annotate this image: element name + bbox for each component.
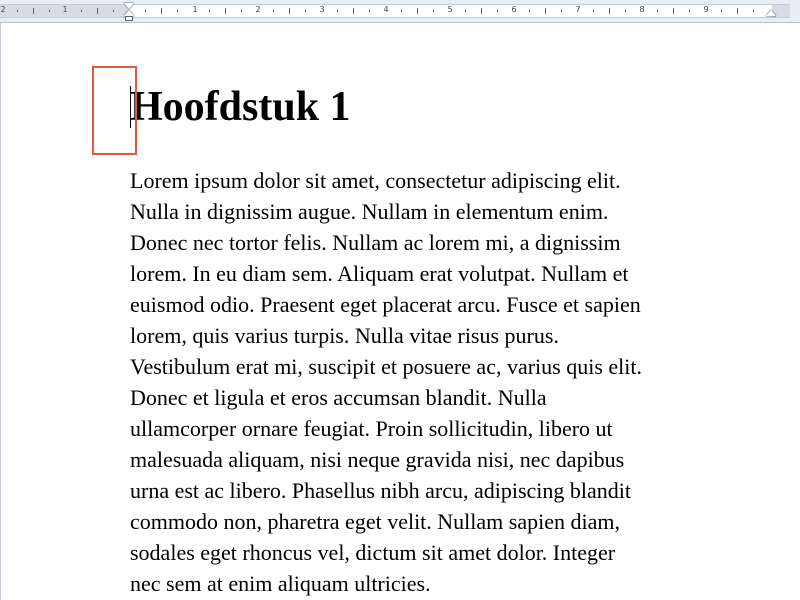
ruler-tick — [417, 8, 418, 14]
ruler-tick — [17, 10, 18, 12]
ruler-tick — [625, 10, 626, 12]
ruler-tick — [529, 10, 530, 12]
body-line: Donec nec tortor felis. Nullam ac lorem … — [130, 230, 621, 255]
ruler-tick — [273, 10, 274, 12]
ruler-tick — [657, 10, 658, 12]
ruler-tick — [145, 10, 146, 12]
ruler-tick — [481, 8, 482, 14]
body-line: lorem. In eu diam sem. Aliquam erat volu… — [130, 261, 629, 286]
ruler-tick — [241, 10, 242, 12]
body-line: nec sem at enim aliquam ultricies. — [130, 571, 431, 596]
ruler-tick — [689, 10, 690, 12]
ruler-tick — [561, 10, 562, 12]
ruler-tick — [673, 8, 674, 14]
body-line: Donec et ligula et eros accumsan blandit… — [130, 385, 547, 410]
body-line: Vestibulum erat mi, suscipit et posuere … — [130, 354, 643, 379]
ruler-tick — [305, 10, 306, 12]
body-line: sodales eget rhoncus vel, dictum sit ame… — [130, 540, 616, 565]
ruler-number: 9 — [703, 5, 709, 14]
ruler-tick — [433, 10, 434, 12]
ruler-tick — [497, 10, 498, 12]
ruler-number: 3 — [319, 5, 325, 14]
ruler-number: 5 — [447, 5, 453, 14]
body-line: commodo non, pharetra eget velit. Nullam… — [130, 509, 620, 534]
document-heading[interactable]: Hoofdstuk 1 — [130, 82, 351, 132]
ruler-number: 4 — [383, 5, 389, 14]
ruler-tick — [209, 10, 210, 12]
body-line: Lorem ipsum dolor sit amet, consectetur … — [130, 168, 621, 193]
body-line: malesuada aliquam, nisi neque gravida ni… — [130, 447, 625, 472]
body-line: urna est ac libero. Phasellus nibh arcu,… — [130, 478, 631, 503]
ruler-tick — [337, 10, 338, 12]
body-line: euismod odio. Praesent eget placerat arc… — [130, 292, 641, 317]
ruler-number: 7 — [575, 5, 581, 14]
ruler-tick — [401, 10, 402, 12]
ruler-tick — [465, 10, 466, 12]
ruler-tick — [545, 8, 546, 14]
ruler-tick — [753, 10, 754, 12]
ruler-tick — [721, 10, 722, 12]
ruler-number: 1 — [192, 5, 198, 14]
ruler-number: 2 — [255, 5, 261, 14]
ruler-tick — [33, 8, 34, 14]
ruler-tick — [225, 8, 226, 14]
left-indent-marker[interactable] — [125, 16, 133, 21]
ruler-tick — [113, 10, 114, 12]
ruler-number: 8 — [639, 5, 645, 14]
ruler-tick — [49, 10, 50, 12]
ruler-number: 2 — [0, 5, 6, 14]
body-line: ullamcorper ornare feugiat. Proin sollic… — [130, 416, 613, 441]
ruler-tick — [369, 10, 370, 12]
ruler-tick — [81, 10, 82, 12]
horizontal-ruler[interactable]: 2 1 1 2 3 4 5 6 7 8 9 — [0, 0, 800, 23]
ruler-tick — [353, 8, 354, 14]
word-processor-window: 2 1 1 2 3 4 5 6 7 8 9 Hoofdstuk 1 Lorem … — [0, 0, 800, 600]
ruler-tick — [161, 8, 162, 14]
ruler-tick — [97, 8, 98, 14]
ruler-tick — [289, 8, 290, 14]
ruler-tick — [737, 8, 738, 14]
body-paragraph[interactable]: Lorem ipsum dolor sit amet, consectetur … — [130, 165, 770, 599]
right-indent-marker[interactable] — [766, 10, 776, 16]
body-line: lorem, quis varius turpis. Nulla vitae r… — [130, 323, 559, 348]
ruler-tick — [177, 10, 178, 12]
cursor-highlight-box — [92, 66, 137, 155]
ruler-number: 1 — [62, 5, 68, 14]
ruler-tick — [593, 10, 594, 12]
ruler-number: 6 — [511, 5, 517, 14]
ruler-tick — [609, 8, 610, 14]
first-line-indent-marker[interactable] — [124, 3, 134, 9]
body-line: Nulla in dignissim augue. Nullam in elem… — [130, 199, 609, 224]
